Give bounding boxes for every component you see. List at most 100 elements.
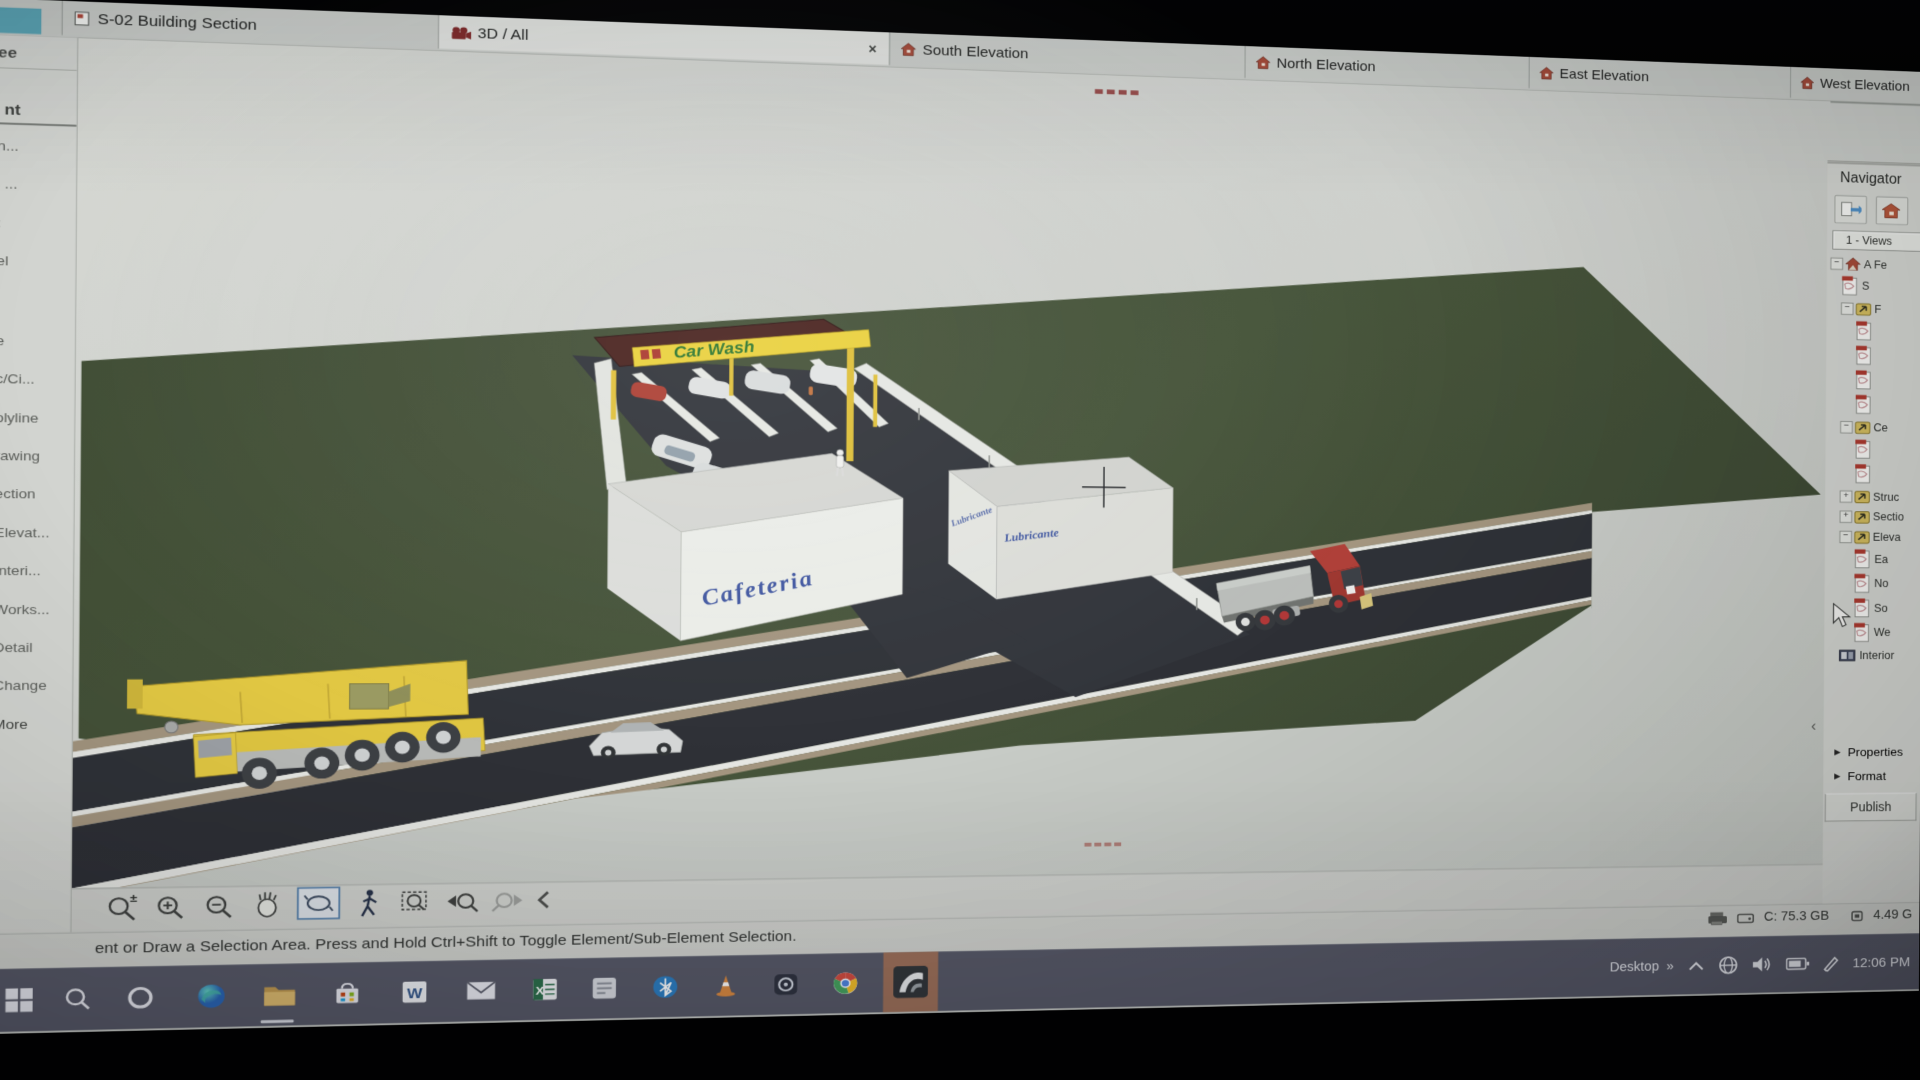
vlc-button[interactable]: [708, 969, 744, 1002]
next-zoom-icon[interactable]: [492, 893, 522, 911]
elevation-house-icon: [900, 42, 916, 57]
tool-drawing[interactable]: rawing: [0, 436, 74, 475]
tray-desktop-toggle[interactable]: Desktop »: [1610, 959, 1674, 975]
pan-hand-icon[interactable]: [258, 892, 276, 916]
tool-arc-circle[interactable]: c/Ci...: [0, 360, 75, 400]
memory-free-text: 4.49 G: [1873, 908, 1912, 923]
tool-line[interactable]: e: [0, 321, 75, 361]
view-doc-icon: [1855, 394, 1873, 415]
word-button[interactable]: W: [396, 975, 433, 1008]
tree-item-site[interactable]: S: [1841, 273, 1920, 300]
media-player-button[interactable]: [768, 968, 803, 1001]
chrome-button[interactable]: [828, 967, 863, 1000]
3d-viewport[interactable]: Car Wash Cafeteria Lubricante Lubricante: [72, 38, 1831, 889]
tool-section[interactable]: ection: [0, 475, 74, 514]
zoom-out-icon[interactable]: [208, 897, 231, 918]
tool-more[interactable]: More: [0, 705, 72, 744]
tool-change[interactable]: Change: [0, 667, 72, 705]
tree-item-east-elevation[interactable]: Ea: [1854, 547, 1920, 572]
expander-icon[interactable]: −: [1830, 257, 1843, 270]
printer-icon[interactable]: [1707, 911, 1727, 926]
publish-button[interactable]: Publish: [1825, 793, 1917, 822]
battery-icon[interactable]: [1785, 956, 1809, 971]
expander-icon[interactable]: −: [1840, 421, 1853, 433]
tool-polyline[interactable]: olyline: [0, 398, 74, 437]
expander-icon[interactable]: +: [1840, 490, 1853, 502]
network-globe-icon[interactable]: [1718, 955, 1738, 975]
tree-item-sections[interactable]: + Sectio: [1839, 506, 1920, 527]
properties-section-header[interactable]: ▶ Properties: [1823, 740, 1920, 764]
tree-item-structural[interactable]: + Struc: [1840, 486, 1920, 507]
panel-collapse-arrow[interactable]: ‹: [1811, 717, 1816, 735]
expander-icon[interactable]: +: [1840, 510, 1853, 522]
tree-item-elevations[interactable]: − Eleva: [1839, 526, 1920, 547]
taskbar-search-button[interactable]: [58, 982, 96, 1016]
orbit-icon-active[interactable]: [298, 887, 340, 919]
cortana-ring-icon: [126, 985, 155, 1011]
expander-icon[interactable]: −: [1839, 530, 1852, 542]
start-button[interactable]: [0, 983, 38, 1017]
elevation-house-icon: [1255, 56, 1271, 70]
zoom-in-icon[interactable]: [159, 897, 182, 918]
tree-item-plan-view[interactable]: [1855, 343, 1920, 369]
tab-label: West Elevation: [1820, 76, 1910, 94]
tab-west-elevation[interactable]: West Elevation: [1790, 67, 1920, 103]
tree-item-south-elevation[interactable]: So: [1853, 596, 1920, 621]
viewmap-selector-label: 1 - Views: [1846, 234, 1892, 248]
cortana-button[interactable]: [121, 981, 159, 1015]
toolbox-panel: ee nt n... l ... : el e c/Ci... olyline …: [0, 35, 78, 934]
clock[interactable]: 12:06 PM: [1852, 954, 1910, 970]
expander-icon[interactable]: −: [1841, 302, 1854, 315]
project-house-icon: [1845, 256, 1861, 270]
tool-unknown-1[interactable]: :: [0, 203, 76, 243]
tree-item-north-elevation[interactable]: No: [1853, 571, 1920, 596]
tool-detail[interactable]: Detail: [0, 628, 73, 666]
tool-unknown-2[interactable]: [0, 280, 75, 323]
tree-item-floor-plans[interactable]: − F: [1841, 298, 1920, 320]
edge-browser-button[interactable]: [192, 979, 230, 1013]
tree-item-interior[interactable]: Interior: [1839, 645, 1920, 665]
project-chooser-button[interactable]: [1834, 195, 1867, 224]
navigator-toolbar: [1827, 190, 1920, 231]
tree-item-plan-view[interactable]: [1855, 319, 1920, 345]
tool-worksheet[interactable]: Works...: [0, 590, 73, 629]
tree-item-project-root[interactable]: − A Fe: [1830, 253, 1920, 276]
tool-interior-elevation[interactable]: Interi...: [0, 552, 73, 591]
tool-dimension[interactable]: n...: [0, 126, 77, 167]
tree-item-plan-view[interactable]: [1855, 368, 1920, 394]
tool-elevation[interactable]: Elevat...: [0, 513, 74, 552]
tree-item-plan-view[interactable]: [1855, 392, 1920, 418]
viewmap-selector[interactable]: 1 - Views: [1832, 230, 1920, 252]
format-section-header[interactable]: ▶ Format: [1823, 764, 1920, 788]
microsoft-store-button[interactable]: [329, 977, 366, 1011]
file-explorer-button[interactable]: [261, 978, 299, 1012]
mail-button[interactable]: [463, 974, 500, 1007]
zoom-plusminus-icon[interactable]: ±: [110, 891, 138, 920]
tree-item-plan-view[interactable]: [1854, 462, 1920, 487]
worker-figure[interactable]: [809, 387, 813, 396]
navigator-bottom-section: ▶ Properties ▶ Format Publish: [1823, 740, 1920, 846]
tree-item-plan-view[interactable]: [1854, 437, 1920, 462]
volume-icon[interactable]: [1751, 955, 1773, 975]
tree-item-ceiling-plans[interactable]: − Ce: [1840, 417, 1920, 438]
scroll-left-icon[interactable]: [539, 892, 548, 907]
fit-in-window-icon[interactable]: [402, 892, 426, 910]
tool-label[interactable]: el: [0, 241, 76, 281]
excel-icon: X: [531, 977, 559, 1002]
tree-item-west-elevation[interactable]: We: [1853, 620, 1920, 645]
excel-button[interactable]: X: [527, 973, 563, 1006]
pen-ink-icon[interactable]: [1822, 954, 1840, 972]
tool-fill[interactable]: l ...: [0, 165, 76, 206]
archicad-button-active[interactable]: [883, 952, 938, 1013]
hidden-icons-caret[interactable]: [1687, 959, 1705, 972]
view-doc-icon: [1841, 275, 1859, 296]
tab-close-icon[interactable]: ×: [868, 40, 876, 55]
tab-label: North Elevation: [1277, 55, 1376, 74]
bluetooth-button[interactable]: [647, 971, 683, 1004]
notes-app-button[interactable]: [586, 972, 622, 1005]
explore-walk-icon[interactable]: [362, 890, 376, 916]
elevation-house-icon: [1539, 66, 1554, 80]
interior-elevation-icon: [1839, 648, 1857, 662]
previous-zoom-icon[interactable]: [447, 894, 477, 912]
project-root-button[interactable]: [1876, 196, 1908, 225]
